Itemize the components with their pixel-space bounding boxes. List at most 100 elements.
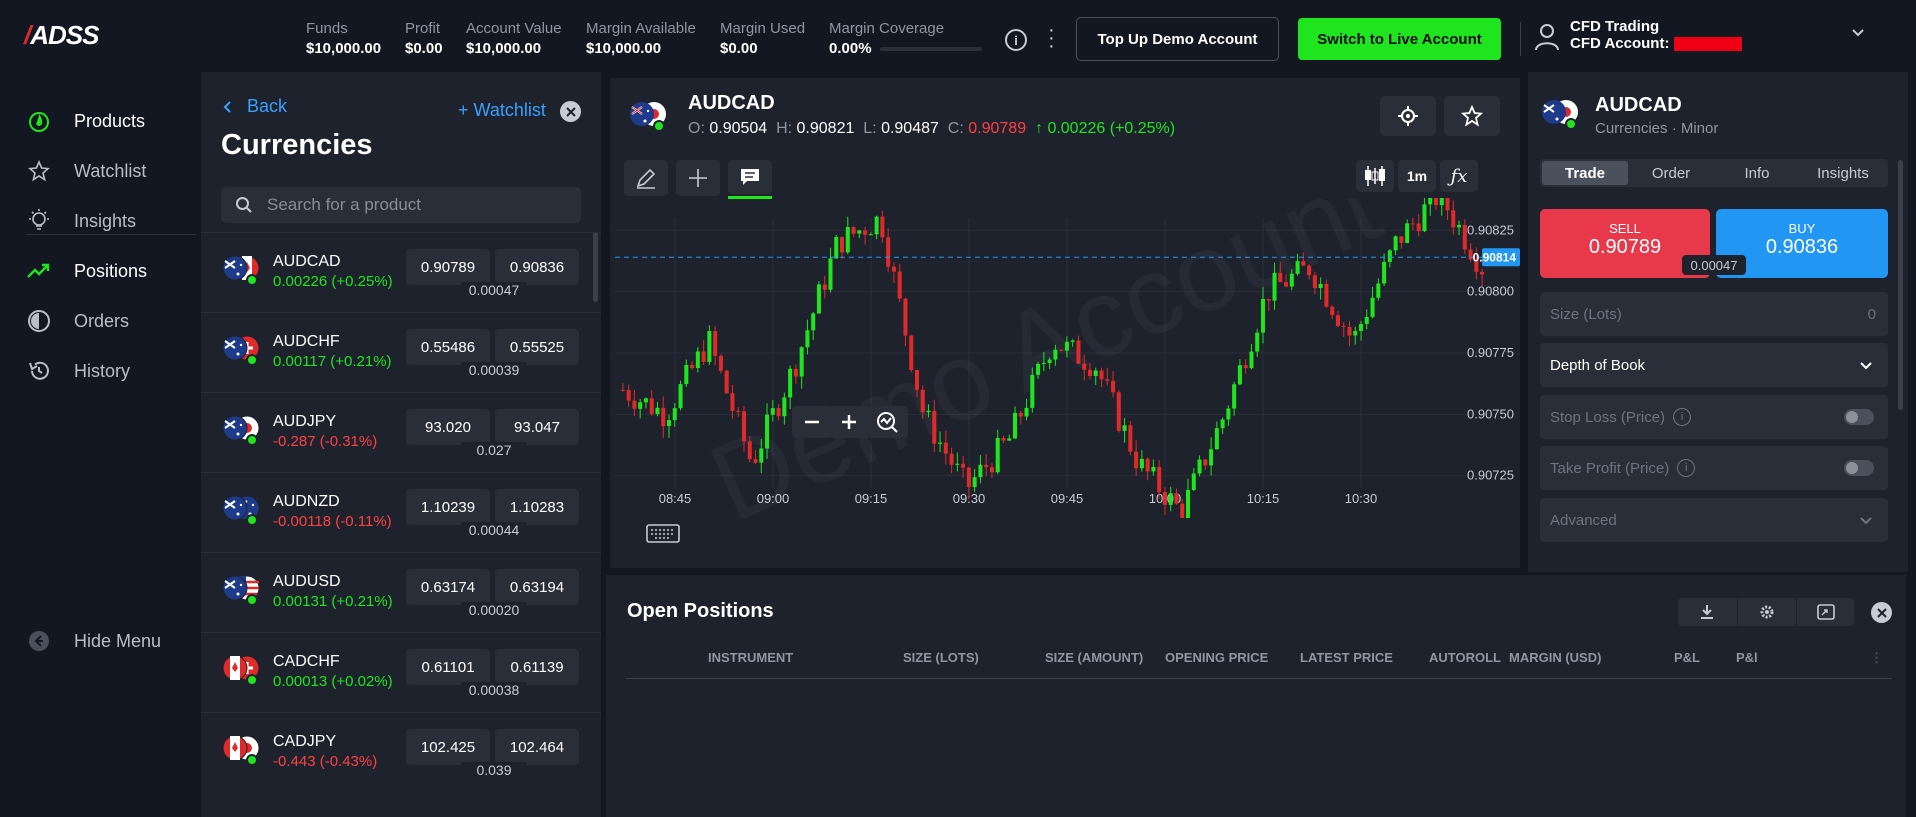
candle-body (961, 463, 966, 468)
candlestick-chart[interactable]: 08:4509:0009:1509:3009:4510:0010:1510:30… (610, 198, 1520, 518)
chevron-down-icon[interactable] (1850, 24, 1866, 45)
col-size-lots[interactable]: SIZE (LOTS) (903, 650, 979, 665)
take-profit-toggle[interactable] (1844, 460, 1874, 476)
tab-order[interactable]: Order (1628, 159, 1714, 187)
favorite-button[interactable] (1444, 96, 1500, 136)
flag-aud-jpy (222, 415, 260, 446)
trend-icon (26, 258, 52, 284)
sell-price-button[interactable]: 0.90789 (406, 249, 490, 285)
adss-logo[interactable]: /ADSS (24, 20, 99, 51)
info-icon[interactable]: i (1677, 459, 1696, 477)
col-pnl[interactable]: P&L (1674, 650, 1700, 665)
info-icon[interactable]: i (1673, 408, 1692, 426)
col-size-amount[interactable]: SIZE (AMOUNT) (1045, 650, 1143, 665)
col-autoroll[interactable]: AUTOROLL (1429, 650, 1501, 665)
zoom-in-button[interactable] (829, 406, 869, 438)
product-row-audjpy[interactable]: AUDJPY -0.287 (-0.31%) 93.020 93.047 0.0… (201, 392, 601, 472)
keyboard-icon[interactable] (646, 522, 680, 549)
col-instrument[interactable]: INSTRUMENT (708, 650, 793, 665)
buy-price-button[interactable]: 93.047 (495, 409, 579, 445)
candle-body (1445, 198, 1450, 211)
chart-change: 0.00226 (+0.25%) (1047, 120, 1176, 137)
close-icon[interactable] (1871, 602, 1892, 623)
add-watchlist-button[interactable]: + Watchlist (458, 100, 546, 121)
sell-price-button[interactable]: 93.020 (406, 409, 490, 445)
nav-positions[interactable]: Positions (26, 256, 147, 286)
candle-body (1145, 458, 1150, 472)
col-margin[interactable]: MARGIN (USD) (1509, 650, 1601, 665)
more-vertical-icon[interactable]: · · · (1048, 20, 1055, 56)
pie-icon (26, 308, 52, 334)
more-vertical-icon[interactable]: ⋮ (1870, 650, 1883, 666)
nav-label: Watchlist (74, 160, 147, 181)
take-profit-field[interactable]: Take Profit (Price) i (1540, 446, 1888, 490)
candle-body (816, 284, 821, 314)
sell-price-button[interactable]: 0.55486 (406, 329, 490, 365)
candle-body (1255, 332, 1260, 352)
expand-button[interactable] (1796, 598, 1854, 626)
product-row-audchf[interactable]: AUDCHF 0.00117 (+0.21%) 0.55486 0.55525 … (201, 312, 601, 392)
high-value: 0.90821 (796, 120, 855, 137)
buy-price-button[interactable]: 1.10283 (495, 489, 579, 525)
draw-tool-button[interactable] (624, 160, 668, 196)
sell-price-button[interactable]: 1.10239 (406, 489, 490, 525)
depth-of-book-dropdown[interactable]: Depth of Book (1540, 343, 1888, 387)
arrow-left-circle-icon (26, 628, 52, 654)
download-button[interactable] (1678, 598, 1736, 626)
col-pnl-2[interactable]: P&l (1736, 650, 1758, 665)
top-up-demo-button[interactable]: Top Up Demo Account (1076, 17, 1279, 61)
switch-live-button[interactable]: Switch to Live Account (1298, 18, 1501, 60)
reset-zoom-button[interactable] (866, 406, 908, 438)
size-lots-field[interactable]: Size (Lots) 0 (1540, 292, 1888, 336)
scrollbar[interactable] (1898, 160, 1903, 410)
x-tick-label: 09:45 (1051, 491, 1084, 506)
stop-loss-field[interactable]: Stop Loss (Price) i (1540, 395, 1888, 439)
product-row-cadchf[interactable]: CADCHF 0.00013 (+0.02%) 0.61101 0.61139 … (201, 632, 601, 712)
product-row-audusd[interactable]: AUDUSD 0.00131 (+0.21%) 0.63174 0.63194 … (201, 552, 601, 632)
col-opening-price[interactable]: OPENING PRICE (1165, 650, 1268, 665)
buy-price-button[interactable]: 0.61139 (495, 649, 579, 685)
product-row-audnzd[interactable]: AUDNZD -0.00118 (-0.11%) 1.10239 1.10283… (201, 472, 601, 552)
annotation-tool-button[interactable] (728, 160, 772, 194)
chart-type-button[interactable] (1356, 160, 1394, 192)
hide-menu-button[interactable]: Hide Menu (26, 626, 161, 656)
buy-price-button[interactable]: 0.63194 (495, 569, 579, 605)
info-icon[interactable]: i (1005, 29, 1027, 51)
candle-body (1214, 428, 1219, 450)
nav-watchlist[interactable]: Watchlist (26, 156, 146, 186)
zoom-out-button[interactable] (792, 406, 832, 438)
candle-body (1387, 250, 1392, 262)
sell-price-button[interactable]: 0.61101 (406, 649, 490, 685)
sell-price-button[interactable]: 0.63174 (406, 569, 490, 605)
nav-insights[interactable]: Insights (26, 206, 136, 236)
stat-funds: Funds $10,000.00 (306, 20, 382, 57)
advanced-dropdown[interactable]: Advanced (1540, 498, 1888, 542)
indicators-fx-icon[interactable]: ƒx (1440, 160, 1478, 192)
candle-body (1364, 316, 1369, 324)
nav-orders[interactable]: Orders (26, 306, 129, 336)
col-latest-price[interactable]: LATEST PRICE (1300, 650, 1393, 665)
product-row-cadjpy[interactable]: CADJPY -0.443 (-0.43%) 102.425 102.464 0… (201, 712, 601, 792)
tab-insights[interactable]: Insights (1800, 159, 1886, 187)
stop-loss-toggle[interactable] (1844, 409, 1874, 425)
tab-info[interactable]: Info (1714, 159, 1800, 187)
tab-trade[interactable]: Trade (1542, 159, 1628, 187)
crosshair-target-button[interactable] (1380, 96, 1436, 136)
product-row-audcad[interactable]: AUDCAD 0.00226 (+0.25%) 0.90789 0.90836 … (201, 232, 601, 312)
buy-price-button[interactable]: 0.55525 (495, 329, 579, 365)
crosshair-tool-button[interactable] (676, 160, 720, 196)
sell-price-button[interactable]: 102.425 (406, 729, 490, 765)
interval-button[interactable]: 1m (1398, 160, 1436, 192)
close-icon[interactable] (560, 101, 581, 122)
account-type: CFD Trading (1570, 18, 1660, 35)
buy-price-button[interactable]: 102.464 (495, 729, 579, 765)
candle-body (788, 368, 793, 398)
settings-button[interactable] (1737, 598, 1795, 626)
search-input[interactable]: Search for a product (221, 187, 581, 223)
nav-products[interactable]: Products (26, 106, 145, 136)
user-icon[interactable] (1534, 22, 1560, 57)
buy-price-button[interactable]: 0.90836 (495, 249, 579, 285)
back-button[interactable]: Back (221, 96, 287, 117)
candle-body (1076, 340, 1081, 364)
nav-history[interactable]: History (26, 356, 130, 386)
